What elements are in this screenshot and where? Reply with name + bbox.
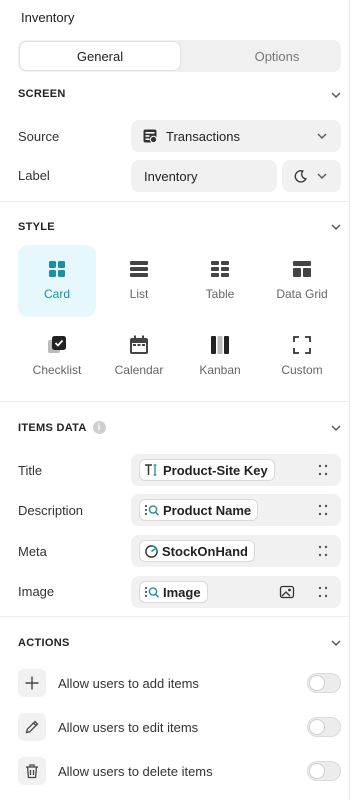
divider bbox=[0, 616, 349, 617]
info-icon[interactable]: i bbox=[92, 421, 106, 434]
style-option-label: Data Grid bbox=[276, 287, 328, 301]
field-chip[interactable]: Product Name bbox=[139, 499, 259, 521]
table-layout-icon bbox=[211, 261, 229, 277]
section-style-heading: STYLE bbox=[18, 221, 55, 233]
style-option-label: Calendar bbox=[114, 363, 164, 377]
style-option-label: List bbox=[129, 287, 149, 301]
style-option-label: Card bbox=[43, 287, 70, 301]
style-option-label: Checklist bbox=[32, 363, 82, 377]
lookup-icon bbox=[145, 505, 160, 516]
toggle-knob bbox=[310, 720, 324, 734]
table-source-icon bbox=[143, 129, 158, 144]
drag-handle-icon[interactable] bbox=[317, 464, 329, 476]
label-label: Label bbox=[18, 168, 50, 183]
style-option-data-grid[interactable]: Data Grid bbox=[263, 245, 341, 317]
card-layout-icon bbox=[49, 261, 65, 277]
moon-icon bbox=[294, 169, 307, 183]
field-chip-label: Product-Site Key bbox=[163, 462, 268, 478]
style-option-kanban[interactable]: Kanban bbox=[181, 321, 259, 393]
properties-panel: Inventory General Options SCREEN Source … bbox=[0, 0, 349, 800]
items-image-field[interactable]: Image bbox=[131, 576, 341, 608]
toggle-knob bbox=[310, 676, 324, 690]
divider bbox=[0, 201, 349, 202]
source-value: Transactions bbox=[166, 128, 240, 144]
source-select[interactable]: Transactions bbox=[131, 120, 341, 152]
field-chip[interactable]: Product-Site Key bbox=[139, 459, 275, 481]
style-option-label: Custom bbox=[281, 363, 323, 377]
rollup-icon bbox=[145, 544, 158, 558]
style-option-label: Table bbox=[205, 287, 235, 301]
style-option-card[interactable]: Card bbox=[18, 245, 96, 317]
field-chip[interactable]: StockOnHand bbox=[139, 540, 255, 562]
panel-title: Inventory bbox=[21, 10, 75, 25]
style-option-custom[interactable]: Custom bbox=[263, 321, 341, 393]
action-add-label: Allow users to add items bbox=[58, 676, 199, 691]
field-chip-label: StockOnHand bbox=[162, 543, 248, 559]
drag-handle-icon[interactable] bbox=[317, 586, 329, 598]
section-screen-heading: SCREEN bbox=[18, 88, 66, 100]
text-field-icon bbox=[145, 464, 157, 476]
toggle-allow-edit[interactable] bbox=[307, 717, 341, 737]
theme-select[interactable] bbox=[282, 160, 341, 192]
source-label: Source bbox=[18, 129, 60, 144]
tab-general[interactable]: General bbox=[20, 42, 180, 70]
items-meta-label: Meta bbox=[18, 544, 47, 559]
data-grid-icon bbox=[293, 261, 311, 277]
toggle-allow-delete[interactable] bbox=[307, 761, 341, 781]
section-items-data-heading: ITEMS DATA i bbox=[18, 421, 106, 434]
pencil-icon bbox=[18, 713, 46, 741]
style-option-label: Kanban bbox=[199, 363, 241, 377]
panel-edge bbox=[349, 0, 358, 800]
style-option-list[interactable]: List bbox=[100, 245, 178, 317]
items-meta-field[interactable]: StockOnHand bbox=[131, 535, 341, 567]
section-actions-heading: ACTIONS bbox=[18, 637, 70, 649]
toggle-knob bbox=[310, 764, 324, 778]
chevron-down-icon[interactable] bbox=[330, 422, 342, 434]
custom-frame-icon bbox=[293, 336, 311, 354]
chevron-down-icon[interactable] bbox=[330, 221, 342, 233]
items-description-field[interactable]: Product Name bbox=[131, 494, 341, 526]
checklist-icon bbox=[48, 336, 66, 353]
chevron-down-icon[interactable] bbox=[330, 637, 342, 649]
field-chip[interactable]: Image bbox=[139, 581, 208, 603]
style-option-table[interactable]: Table bbox=[181, 245, 259, 317]
tab-options[interactable]: Options bbox=[197, 42, 357, 70]
toggle-allow-add[interactable] bbox=[307, 673, 341, 693]
calendar-icon bbox=[130, 335, 148, 354]
label-value: Inventory bbox=[144, 168, 198, 184]
image-icon[interactable] bbox=[279, 584, 295, 600]
list-layout-icon bbox=[130, 261, 148, 277]
style-option-checklist[interactable]: Checklist bbox=[18, 321, 96, 393]
drag-handle-icon[interactable] bbox=[317, 504, 329, 516]
items-image-label: Image bbox=[18, 584, 55, 599]
plus-icon bbox=[18, 669, 46, 697]
chevron-down-icon bbox=[317, 173, 327, 179]
chevron-down-icon bbox=[317, 133, 327, 139]
lookup-icon bbox=[145, 587, 160, 598]
label-input[interactable]: Inventory bbox=[131, 160, 277, 192]
action-delete-label: Allow users to delete items bbox=[58, 764, 213, 779]
tab-switcher: General Options bbox=[18, 40, 341, 72]
items-title-field[interactable]: Product-Site Key bbox=[131, 454, 341, 486]
action-edit-label: Allow users to edit items bbox=[58, 720, 199, 735]
items-description-label: Description bbox=[18, 503, 84, 518]
drag-handle-icon[interactable] bbox=[317, 545, 329, 557]
section-items-data-title: ITEMS DATA bbox=[18, 421, 87, 434]
style-option-calendar[interactable]: Calendar bbox=[100, 321, 178, 393]
field-chip-label: Product Name bbox=[163, 502, 252, 518]
items-title-label: Title bbox=[18, 463, 43, 478]
kanban-icon bbox=[211, 336, 229, 354]
field-chip-label: Image bbox=[163, 584, 201, 600]
trash-icon bbox=[18, 757, 46, 785]
divider bbox=[0, 401, 349, 402]
chevron-down-icon[interactable] bbox=[330, 89, 342, 101]
